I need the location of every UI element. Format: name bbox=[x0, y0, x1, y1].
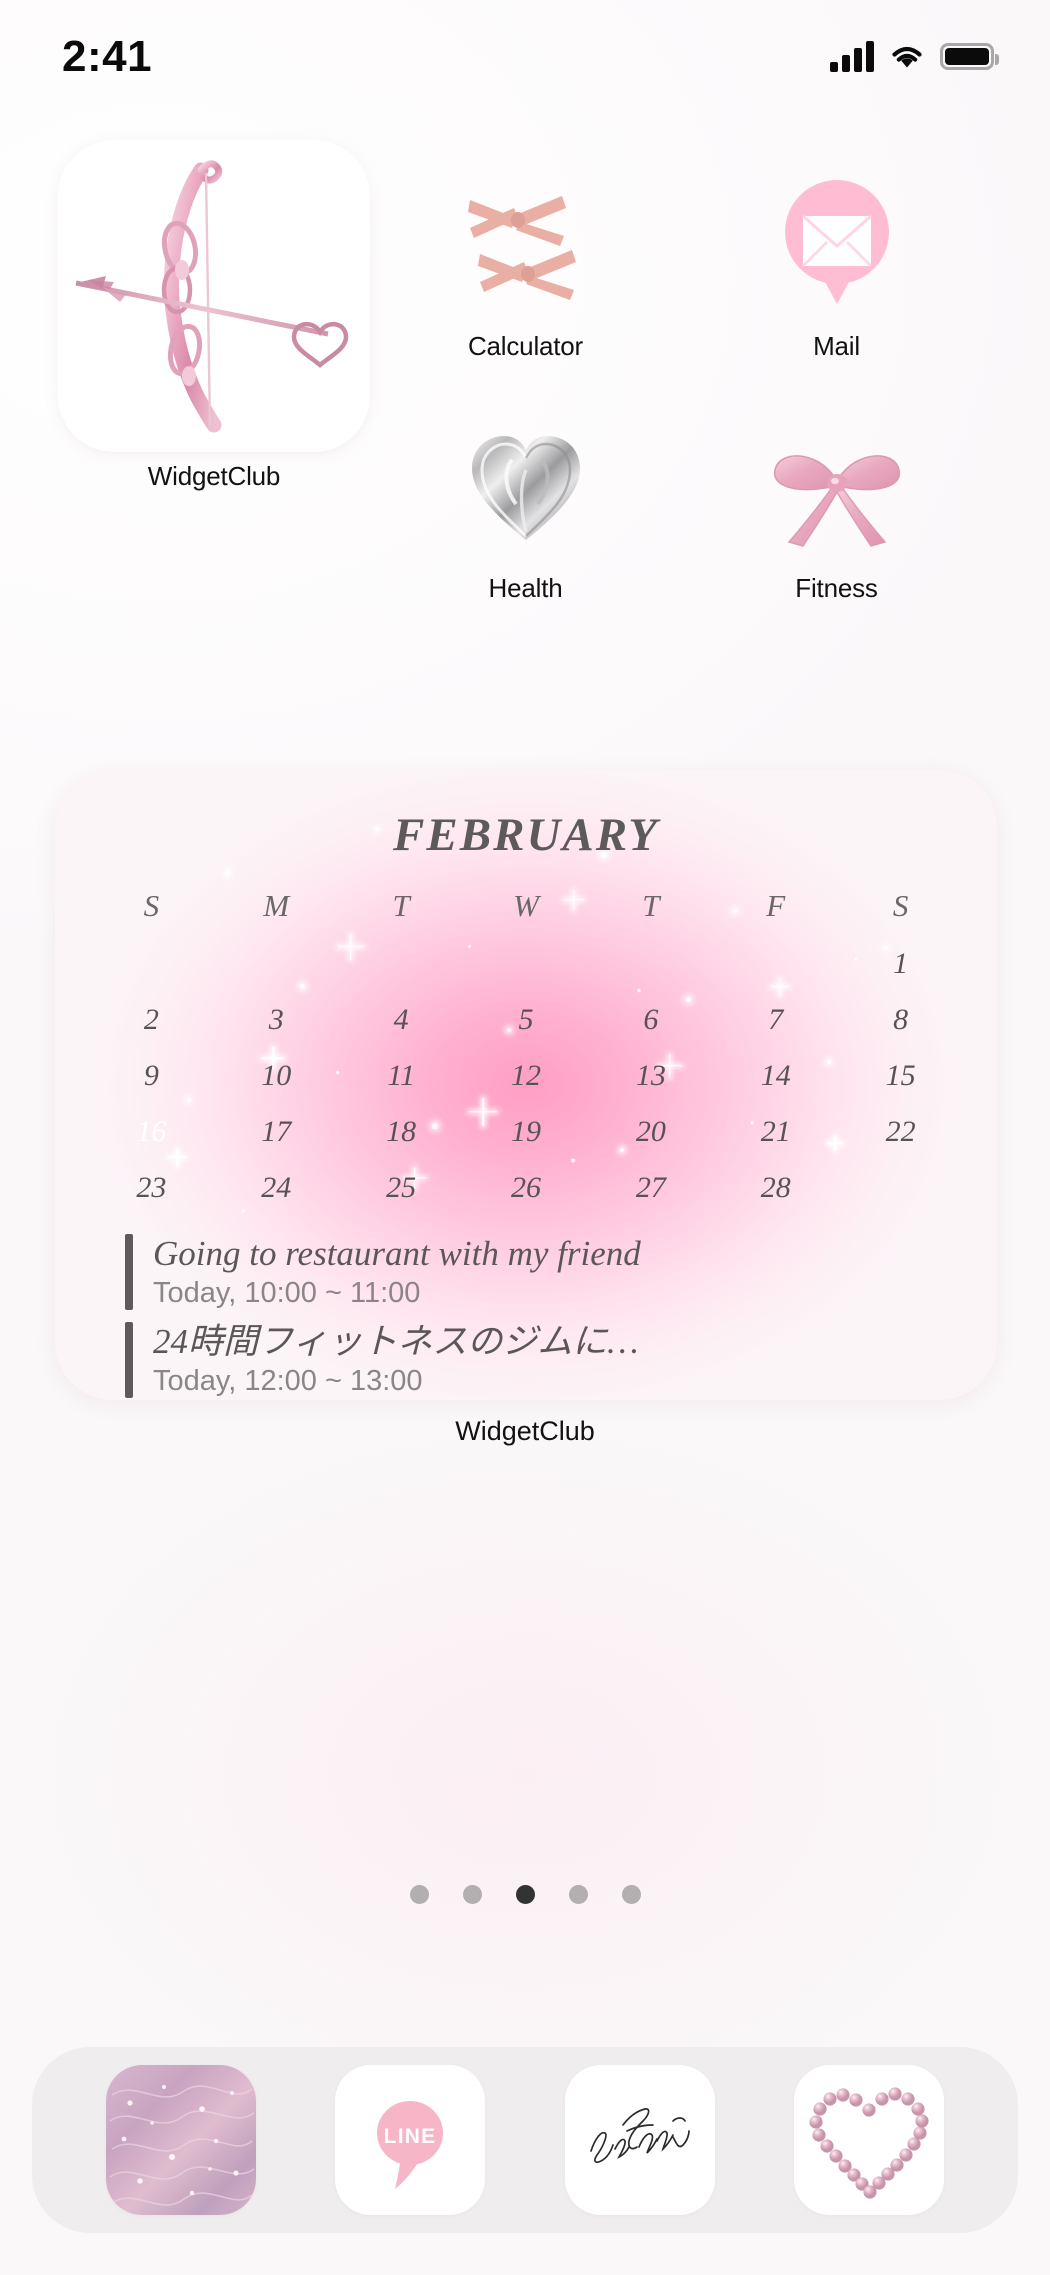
battery-icon bbox=[940, 43, 999, 70]
status-indicators bbox=[830, 40, 999, 72]
calendar-day-14[interactable]: 14 bbox=[713, 1048, 838, 1104]
event-time: Today, 12:00 ~ 13:00 bbox=[153, 1365, 423, 1398]
calendar-weekday-1: M bbox=[263, 888, 290, 923]
la-fleur-signature-icon bbox=[564, 2065, 715, 2215]
calendar-day-27[interactable]: 27 bbox=[588, 1160, 713, 1216]
page-dot-0[interactable] bbox=[409, 1885, 429, 1904]
calendar-day-11[interactable]: 11 bbox=[339, 1048, 464, 1104]
event-accent-bar bbox=[125, 1234, 133, 1310]
chrome-silver-heart-icon bbox=[471, 436, 580, 540]
calendar-month-title: FEBRUARY bbox=[393, 809, 659, 861]
calendar-day-5[interactable]: 5 bbox=[464, 992, 589, 1048]
calendar-day-1[interactable]: 1 bbox=[838, 936, 963, 992]
calendar-day-23[interactable]: 23 bbox=[89, 1160, 214, 1216]
calendar-day-13[interactable]: 13 bbox=[588, 1048, 713, 1104]
app-label-calculator: Calculator bbox=[467, 331, 584, 361]
calendar-day-26[interactable]: 26 bbox=[464, 1160, 589, 1216]
event-title: 24時間フィットネスのジムに… bbox=[153, 1322, 639, 1362]
calendar-day-25[interactable]: 25 bbox=[339, 1160, 464, 1216]
crossed-pink-ribbon-bows-icon bbox=[467, 196, 576, 300]
calendar-weekday-5: F bbox=[766, 888, 786, 923]
calendar-day-grid[interactable]: 1 2 3 4 5 6 7 8 9 10 11 12 13 14 15 16 17 18 19 20 21 22 23 24 2… bbox=[89, 936, 963, 1216]
app-cell-health: Health bbox=[370, 412, 681, 604]
calendar-widget[interactable]: FEBRUARY SMTWTFS 1 2 3 4 5 6 7 8 9 10 11 12 13 14 15 16… bbox=[55, 770, 997, 1400]
wifi-icon bbox=[892, 46, 922, 67]
page-dot-4[interactable] bbox=[621, 1885, 641, 1904]
line-speech-bubble-icon: LINE bbox=[335, 2065, 486, 2215]
calendar-day-3[interactable]: 3 bbox=[214, 992, 339, 1048]
calendar-day-12[interactable]: 12 bbox=[464, 1048, 589, 1104]
app-icon-grid: WidgetClub Calculator Mail Health Fitnes… bbox=[58, 140, 992, 604]
calendar-day-10[interactable]: 10 bbox=[214, 1048, 339, 1104]
calendar-day-19[interactable]: 19 bbox=[464, 1104, 589, 1160]
app-cell-calculator: Calculator bbox=[370, 170, 681, 362]
calendar-weekday-0: S bbox=[143, 888, 160, 923]
status-time: 2:41 bbox=[62, 31, 153, 81]
page-dot-2[interactable] bbox=[515, 1885, 535, 1904]
app-label-fitness: Fitness bbox=[795, 573, 878, 603]
pink-ornate-bow-and-arrow-icon bbox=[75, 160, 349, 433]
calendar-day-18[interactable]: 18 bbox=[339, 1104, 464, 1160]
widget-label-widgetclub: WidgetClub bbox=[147, 461, 281, 491]
pearl-heart-icon bbox=[794, 2065, 945, 2215]
pink-satin-ribbon-bow-icon bbox=[773, 455, 900, 547]
app-label-mail: Mail bbox=[813, 331, 860, 361]
event-time: Today, 10:00 ~ 11:00 bbox=[153, 1277, 421, 1310]
widget-cell-widgetclub: WidgetClub bbox=[58, 140, 370, 604]
dock-item-la-fleur[interactable] bbox=[564, 2065, 715, 2215]
calendar-day-16[interactable]: 16 bbox=[89, 1101, 214, 1163]
calendar-day-9[interactable]: 9 bbox=[89, 1048, 214, 1104]
calendar-day-15[interactable]: 15 bbox=[838, 1048, 963, 1104]
calendar-day-21[interactable]: 21 bbox=[713, 1104, 838, 1160]
calendar-event-item[interactable]: 24時間フィットネスのジムに… Today, 12:00 ~ 13:00 bbox=[125, 1322, 955, 1399]
calendar-event-item[interactable]: Going to restaurant with my friend Today… bbox=[125, 1234, 955, 1310]
app-icon-calculator[interactable] bbox=[450, 170, 602, 322]
widgetclub-bow-arrow-widget[interactable] bbox=[58, 140, 370, 452]
page-dot-1[interactable] bbox=[462, 1885, 482, 1904]
calendar-weekday-3: W bbox=[513, 888, 539, 923]
calendar-weekday-2: T bbox=[392, 888, 410, 923]
calendar-day-6[interactable]: 6 bbox=[588, 992, 713, 1048]
app-icon-fitness[interactable] bbox=[761, 412, 913, 564]
calendar-day-24[interactable]: 24 bbox=[214, 1160, 339, 1216]
calendar-weekday-6: S bbox=[892, 888, 909, 923]
event-title: Going to restaurant with my friend bbox=[153, 1234, 641, 1273]
dock-item-line[interactable]: LINE bbox=[335, 2065, 486, 2215]
cellular-signal-icon bbox=[830, 40, 874, 72]
event-accent-bar bbox=[125, 1322, 133, 1399]
calendar-widget-label: WidgetClub bbox=[455, 1416, 595, 1446]
calendar-day-28[interactable]: 28 bbox=[713, 1160, 838, 1216]
calendar-weekday-headers: SMTWTFS bbox=[89, 888, 963, 924]
app-icon-mail[interactable] bbox=[761, 170, 913, 322]
pink-envelope-speech-bubble-icon bbox=[784, 180, 889, 304]
app-label-health: Health bbox=[488, 573, 563, 603]
calendar-day-20[interactable]: 20 bbox=[588, 1104, 713, 1160]
calendar-event-list: Going to restaurant with my friend Today… bbox=[89, 1234, 963, 1399]
calendar-weekday-4: T bbox=[642, 888, 660, 923]
line-logo-text: LINE bbox=[384, 2125, 437, 2148]
calendar-day-2[interactable]: 2 bbox=[89, 992, 214, 1048]
dock-item-pearl-heart[interactable] bbox=[794, 2065, 945, 2215]
calendar-day-17[interactable]: 17 bbox=[214, 1104, 339, 1160]
app-cell-fitness: Fitness bbox=[681, 412, 992, 604]
calendar-day-8[interactable]: 8 bbox=[838, 992, 963, 1048]
status-bar: 2:41 bbox=[0, 0, 1050, 95]
dock-item-glitter[interactable] bbox=[105, 2065, 256, 2215]
app-cell-mail: Mail bbox=[681, 170, 992, 362]
page-dot-3[interactable] bbox=[568, 1885, 588, 1904]
page-indicator[interactable] bbox=[0, 1885, 1050, 1904]
calendar-day-7[interactable]: 7 bbox=[713, 992, 838, 1048]
app-icon-health[interactable] bbox=[450, 412, 602, 564]
dock: LINE bbox=[32, 2047, 1018, 2233]
calendar-day-4[interactable]: 4 bbox=[339, 992, 464, 1048]
calendar-day-22[interactable]: 22 bbox=[838, 1104, 963, 1160]
pink-glitter-texture-icon bbox=[105, 2065, 256, 2215]
